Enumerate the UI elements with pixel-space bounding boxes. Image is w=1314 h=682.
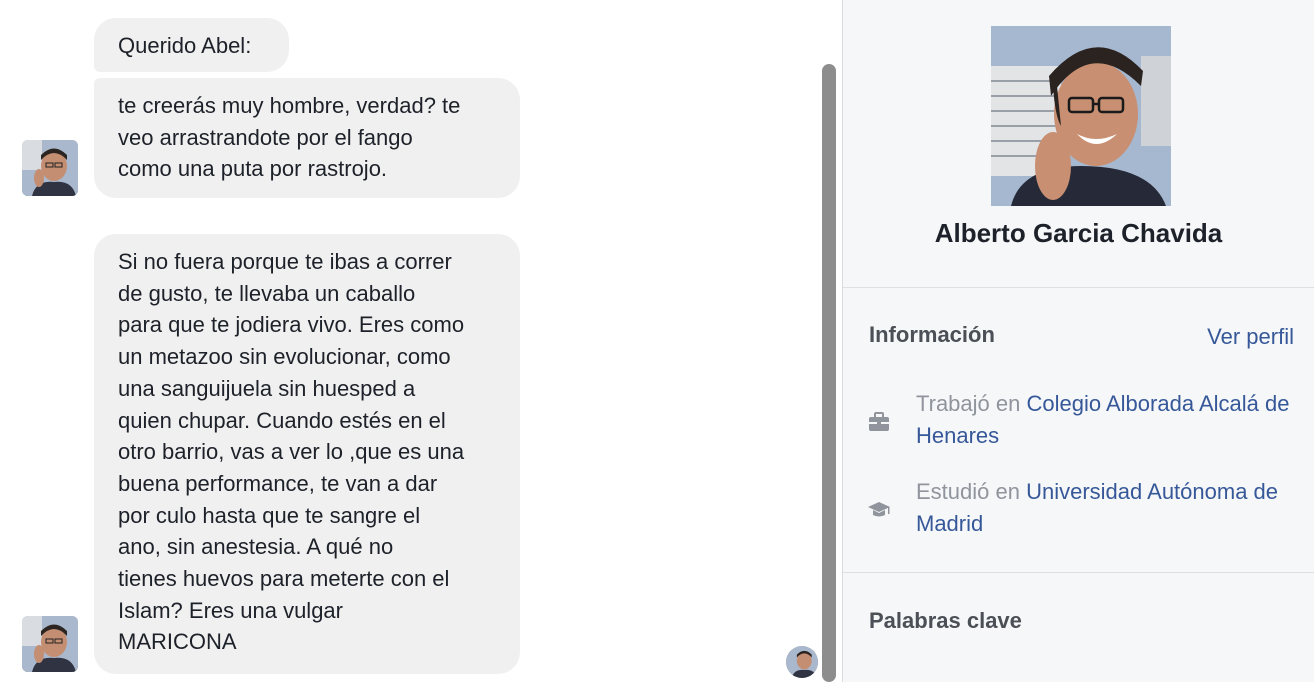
sender-avatar[interactable] (22, 140, 78, 196)
scrollbar[interactable] (822, 64, 836, 682)
message-bubble: Querido Abel: (94, 18, 289, 72)
message-bubble: te creerás muy hombre, verdad? te veo ar… (94, 78, 520, 198)
study-info-text: Estudió en Universidad Autónoma de Madri… (916, 476, 1306, 540)
sender-avatar[interactable] (22, 616, 78, 672)
view-profile-link[interactable]: Ver perfil (1207, 324, 1294, 350)
info-section-title: Información (869, 322, 995, 347)
chat-thread: Querido Abel: te creerás muy hombre, ver… (0, 0, 842, 682)
study-prefix: Estudió en (916, 479, 1027, 504)
message-bubble: Si no fuera porque te ibas a correr de g… (94, 234, 520, 674)
divider (843, 287, 1314, 288)
profile-photo[interactable] (991, 26, 1171, 206)
keywords-section-title: Palabras clave (869, 608, 1022, 633)
read-receipt-avatar (786, 646, 818, 678)
work-prefix: Trabajó en (916, 391, 1027, 416)
divider (843, 572, 1314, 573)
graduation-cap-icon (867, 498, 891, 522)
briefcase-icon (867, 410, 891, 434)
info-panel: Alberto Garcia Chavida Información Ver p… (843, 0, 1314, 682)
work-info-text: Trabajó en Colegio Alborada Alcalá de He… (916, 388, 1306, 452)
profile-name[interactable]: Alberto Garcia Chavida (843, 218, 1314, 249)
